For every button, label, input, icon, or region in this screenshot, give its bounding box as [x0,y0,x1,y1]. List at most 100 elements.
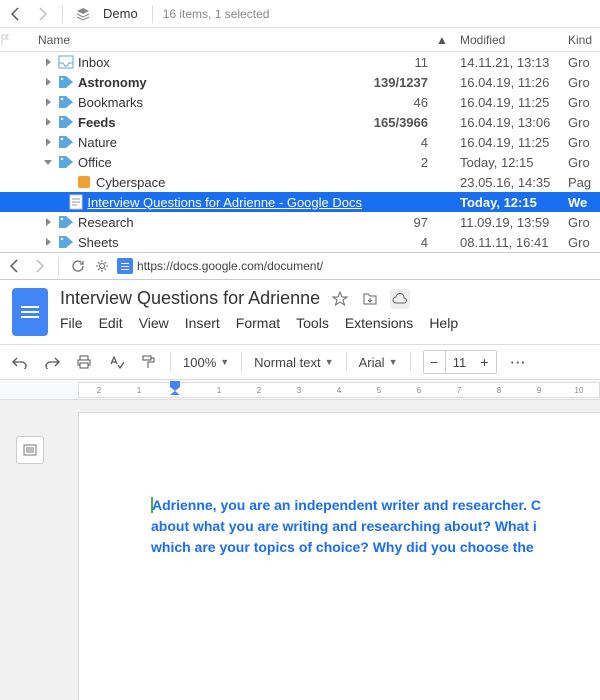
disclosure-triangle[interactable] [42,138,54,146]
browser-toolbar: https://docs.google.com/document/ [0,252,600,280]
menu-item-file[interactable]: File [60,315,83,331]
stack-icon[interactable] [73,4,93,24]
disclosure-triangle[interactable] [42,58,54,66]
redo-button[interactable] [42,352,62,372]
ruler-tick: 8 [479,386,519,395]
url-text: https://docs.google.com/document/ [137,259,323,273]
cloud-status-icon[interactable] [390,289,410,309]
canvas-area: Adrienne, you are an independent writer … [0,400,600,700]
modified-column-header[interactable]: Modified [454,33,564,47]
name-cell: Bookmarks [36,94,362,110]
disclosure-triangle[interactable] [42,98,54,106]
list-row[interactable]: Cyberspace23.05.16, 14:35Pag [0,172,600,192]
item-name: Cyberspace [96,175,165,190]
kind-cell: Gro [564,235,600,250]
kind-cell: Gro [564,55,600,70]
paint-format-button[interactable] [138,352,158,372]
ruler-tick: 10 [559,386,599,395]
back-button[interactable] [6,4,26,24]
paragraph-style-select[interactable]: Normal text ▼ [254,355,333,370]
count-cell: 4 [362,135,436,150]
kind-cell: Gro [564,75,600,90]
font-select[interactable]: Arial ▼ [359,355,398,370]
disclosure-triangle[interactable] [42,78,54,86]
name-cell: Nature [36,134,362,150]
kind-column-header[interactable]: Kind [564,33,600,47]
flag-column-header[interactable] [0,34,36,46]
name-cell: Cyberspace [36,174,362,190]
tag-icon [58,74,74,90]
fontsize-value[interactable]: 11 [446,355,474,370]
disclosure-triangle[interactable] [42,218,54,226]
list-row[interactable]: Feeds165/396616.04.19, 13:06Gro [0,112,600,132]
spellcheck-button[interactable] [106,352,126,372]
list-row[interactable]: Nature416.04.19, 11:25Gro [0,132,600,152]
fontsize-increase-button[interactable]: + [474,351,496,373]
star-icon[interactable] [330,289,350,309]
kind-cell: Pag [564,175,600,190]
zoom-select[interactable]: 100% ▼ [183,355,229,370]
ruler-tick: 2 [79,386,119,395]
divider [170,352,171,372]
menu-item-edit[interactable]: Edit [99,315,123,331]
breadcrumb[interactable]: Demo [99,6,142,21]
menu-item-extensions[interactable]: Extensions [345,315,413,331]
sort-indicator: ▲ [436,33,454,47]
tag-icon [58,234,74,250]
modified-cell: 08.11.11, 16:41 [454,235,564,250]
disclosure-triangle[interactable] [42,158,54,166]
forward-button[interactable] [32,4,52,24]
docs-logo-icon[interactable] [12,288,48,336]
status-text: 16 items, 1 selected [163,7,270,21]
undo-button[interactable] [10,352,30,372]
list-row[interactable]: Research9711.09.19, 13:59Gro [0,212,600,232]
list-row[interactable]: Astronomy139/123716.04.19, 11:26Gro [0,72,600,92]
browser-back-button[interactable] [6,257,24,275]
document-body[interactable]: Adrienne, you are an independent writer … [151,495,600,558]
outline-button[interactable] [16,436,44,464]
list-row[interactable]: Interview Questions for Adrienne - Googl… [0,192,600,212]
tag-icon [58,114,74,130]
ruler-tick: 9 [519,386,559,395]
menu-item-insert[interactable]: Insert [185,315,220,331]
document-title[interactable]: Interview Questions for Adrienne [60,288,320,309]
list-row[interactable]: Sheets408.11.11, 16:41Gro [0,232,600,252]
list-row[interactable]: Bookmarks4616.04.19, 11:25Gro [0,92,600,112]
item-name: Inbox [78,55,110,70]
browser-forward-button[interactable] [30,257,48,275]
disclosure-triangle[interactable] [42,118,54,126]
print-button[interactable] [74,352,94,372]
fontsize-decrease-button[interactable]: − [424,351,446,373]
docs-header: Interview Questions for Adrienne File Edi… [0,280,600,336]
ruler-tick: 1 [199,386,239,395]
name-column-header[interactable]: Name [36,33,362,47]
more-button[interactable]: ··· [509,352,529,372]
reload-button[interactable] [69,257,87,275]
menu-item-help[interactable]: Help [429,315,458,331]
settings-icon[interactable] [93,257,111,275]
font-value: Arial [359,355,385,370]
menu-item-format[interactable]: Format [236,315,280,331]
kind-cell: Gro [564,135,600,150]
url-bar[interactable]: https://docs.google.com/document/ [117,258,594,274]
kind-cell: Gro [564,115,600,130]
menu-item-view[interactable]: View [139,315,169,331]
list-row[interactable]: Inbox1114.11.21, 13:13Gro [0,52,600,72]
modified-cell: 16.04.19, 11:25 [454,95,564,110]
modified-cell: 14.11.21, 13:13 [454,55,564,70]
item-name: Nature [78,135,117,150]
list-row[interactable]: Office2Today, 12:15Gro [0,152,600,172]
disclosure-triangle[interactable] [42,238,54,246]
tag-icon [58,214,74,230]
ruler[interactable]: 2112345678910 [78,382,600,398]
tag-icon [58,94,74,110]
item-name: Feeds [78,115,116,130]
document-page[interactable]: Adrienne, you are an independent writer … [78,412,600,700]
menu-item-tools[interactable]: Tools [296,315,329,331]
count-cell: 4 [362,235,436,250]
move-icon[interactable] [360,289,380,309]
indent-marker-icon[interactable] [170,381,180,395]
count-cell: 97 [362,215,436,230]
item-name: Interview Questions for Adrienne - Googl… [87,195,362,210]
divider [58,257,59,275]
